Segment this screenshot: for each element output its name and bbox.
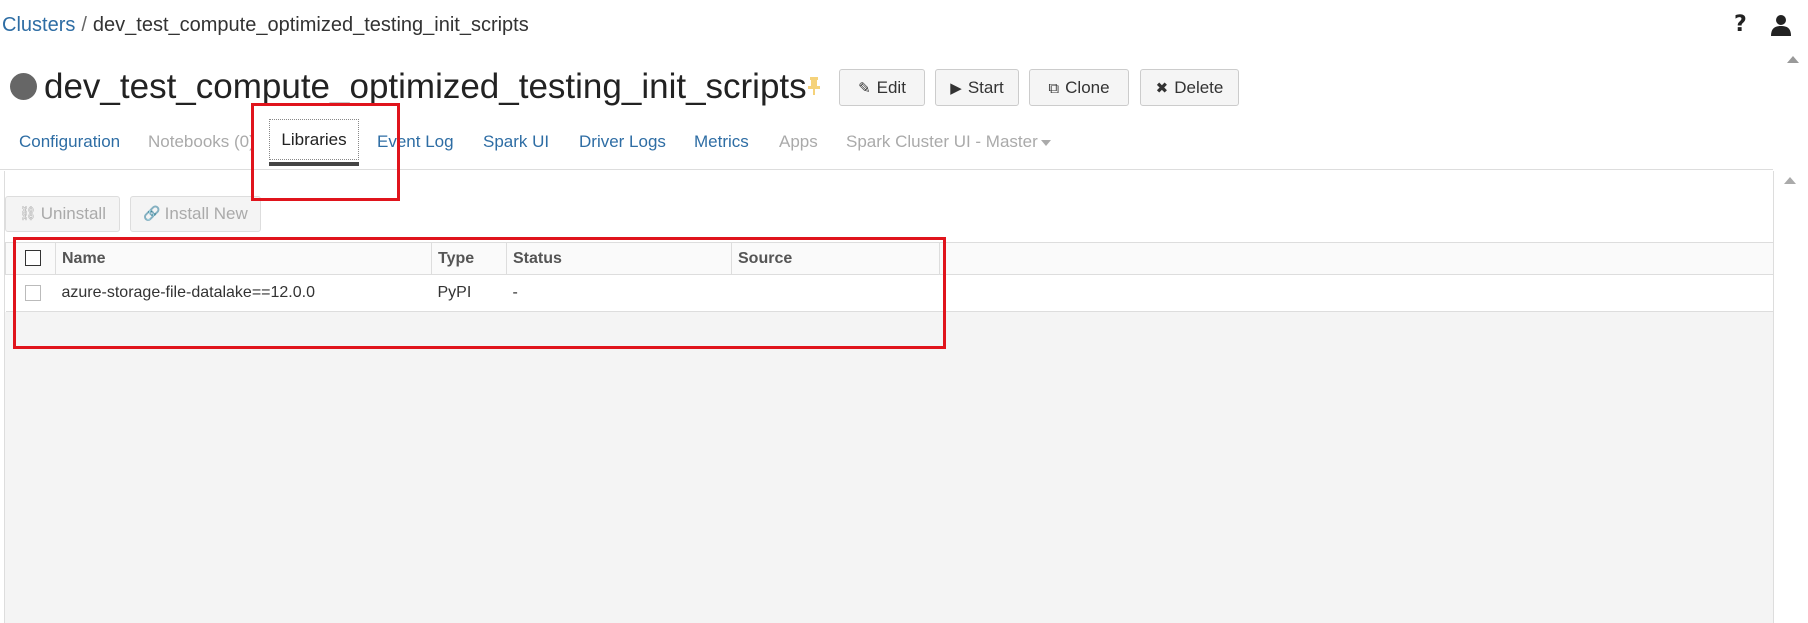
delete-button[interactable]: ✖ Delete (1140, 69, 1239, 106)
play-icon: ▶ (950, 78, 962, 97)
panel-scrollbar[interactable] (1773, 171, 1808, 623)
libraries-toolbar: ⛓ Uninstall 🔗 Install New (5, 171, 1774, 242)
column-header-spacer (939, 242, 1774, 275)
install-new-button-label: Install New (164, 204, 248, 223)
clone-button-label: Clone (1065, 77, 1110, 97)
breadcrumb-current: dev_test_compute_optimized_testing_init_… (92, 14, 529, 36)
delete-button-label: Delete (1174, 77, 1224, 97)
chevron-down-icon (1040, 139, 1051, 146)
link-icon: 🔗 (143, 206, 161, 222)
row-checkbox[interactable] (24, 284, 41, 301)
breadcrumb: Clusters / dev_test_compute_optimized_test… (2, 12, 529, 38)
tab-configuration[interactable]: Configuration (19, 132, 120, 152)
column-header-status[interactable]: Status (506, 242, 732, 275)
column-header-name[interactable]: Name (55, 242, 432, 275)
row-spacer (939, 274, 1774, 312)
tab-notebooks[interactable]: Notebooks (0) (148, 132, 255, 152)
select-all-cell (5, 242, 56, 275)
user-icon[interactable] (1770, 14, 1792, 36)
library-status: - (506, 274, 732, 312)
tab-spark-cluster-ui-label: Spark Cluster UI - Master (846, 132, 1038, 151)
edit-icon: ✎ (858, 78, 871, 97)
tab-event-log[interactable]: Event Log (377, 132, 454, 152)
breadcrumb-separator: / (81, 14, 87, 36)
column-header-source[interactable]: Source (731, 242, 940, 275)
tab-spark-cluster-ui[interactable]: Spark Cluster UI - Master (846, 132, 1051, 152)
table-row[interactable]: azure-storage-file-datalake==12.0.0 PyPI… (5, 274, 1774, 312)
tab-libraries[interactable]: Libraries (269, 118, 359, 166)
row-checkbox-cell (5, 274, 56, 312)
library-source (731, 274, 940, 312)
unlink-icon: ⛓ (19, 206, 37, 222)
tab-apps[interactable]: Apps (779, 132, 818, 152)
tab-driver-logs[interactable]: Driver Logs (579, 132, 666, 152)
column-header-type[interactable]: Type (431, 242, 507, 275)
edit-button-label: Edit (876, 77, 906, 97)
tab-spark-ui[interactable]: Spark UI (483, 132, 549, 152)
clone-button[interactable]: ⧉ Clone (1029, 69, 1129, 106)
help-icon[interactable]: ? (1734, 12, 1747, 37)
libraries-panel: ⛓ Uninstall 🔗 Install New Name Type Status… (4, 171, 1774, 623)
close-icon: ✖ (1155, 78, 1169, 97)
copy-icon: ⧉ (1048, 78, 1060, 97)
pin-icon[interactable] (806, 77, 822, 95)
uninstall-button[interactable]: ⛓ Uninstall (5, 196, 120, 232)
tab-metrics[interactable]: Metrics (694, 132, 749, 152)
scroll-up-icon[interactable] (1784, 177, 1796, 184)
table-header-row: Name Type Status Source (5, 242, 1774, 275)
breadcrumb-clusters-link[interactable]: Clusters (2, 14, 75, 36)
uninstall-button-label: Uninstall (40, 204, 106, 223)
install-new-button[interactable]: 🔗 Install New (130, 196, 261, 232)
cluster-status-indicator (10, 73, 37, 100)
select-all-checkbox[interactable] (25, 250, 41, 267)
top-right-toolbar: ? (1734, 10, 1808, 40)
tab-libraries-label: Libraries (269, 119, 359, 160)
cluster-tabs: Configuration Notebooks (0) Libraries Ev… (0, 116, 1773, 170)
scroll-up-icon[interactable] (1787, 56, 1799, 63)
edit-button[interactable]: ✎ Edit (839, 69, 925, 106)
library-name: azure-storage-file-datalake==12.0.0 (55, 274, 432, 312)
start-button-label: Start (967, 77, 1004, 97)
libraries-table: Name Type Status Source azure-storage-fi… (5, 242, 1774, 312)
start-button[interactable]: ▶ Start (935, 69, 1019, 106)
page-title: dev_test_compute_optimized_testing_init_… (44, 67, 807, 106)
library-type: PyPI (431, 274, 507, 312)
